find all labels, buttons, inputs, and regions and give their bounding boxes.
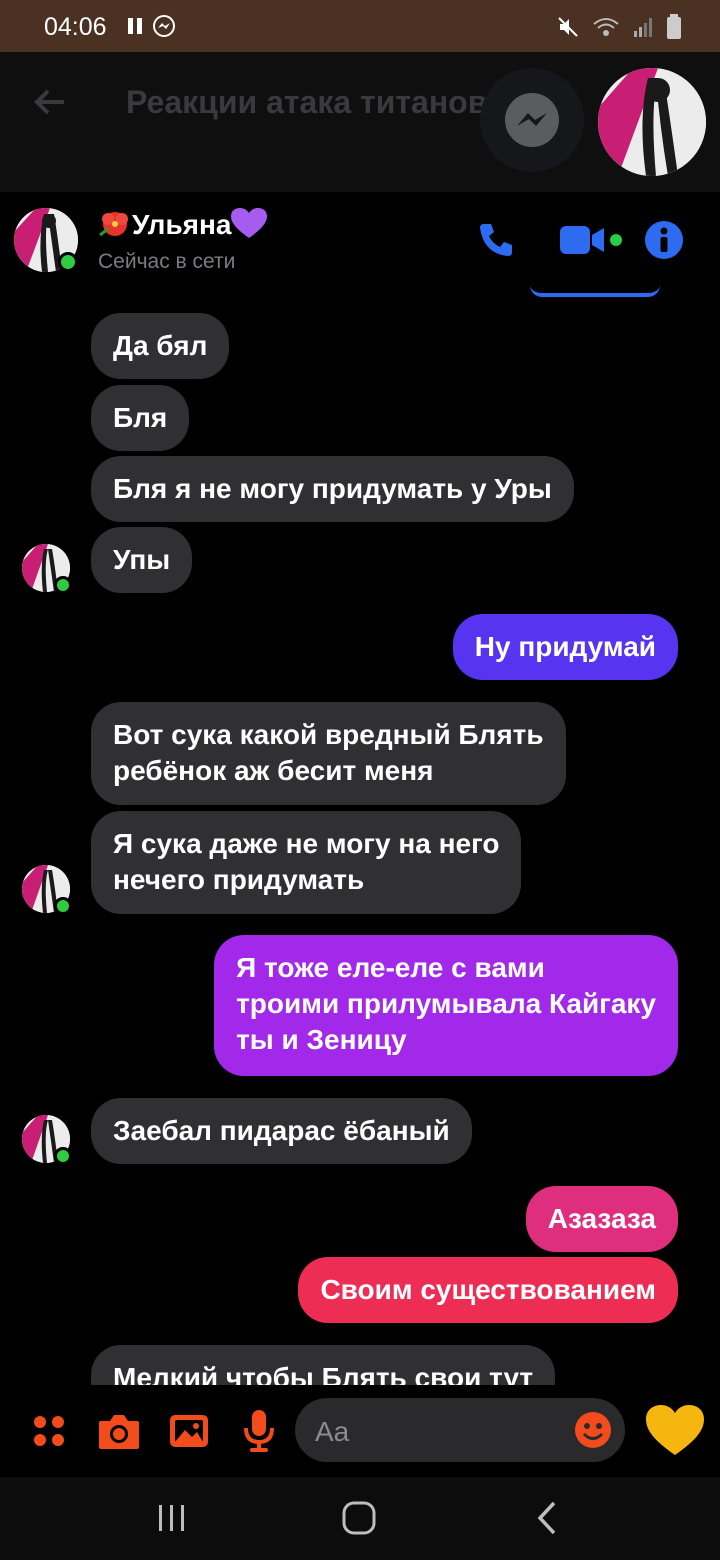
- message-bubble[interactable]: Да бял: [91, 313, 230, 379]
- message-input[interactable]: Aa: [295, 1398, 625, 1462]
- camera-icon[interactable]: [97, 1411, 141, 1451]
- message-bubble[interactable]: Бля: [91, 385, 190, 451]
- wifi-icon: [593, 18, 619, 36]
- message-input-placeholder: Aa: [315, 1416, 350, 1447]
- messenger-notification-icon: [153, 15, 175, 37]
- message-bubble-outgoing[interactable]: Я тоже еле-еле с вами троими прилумывала…: [214, 935, 678, 1076]
- message-bubble[interactable]: Упы: [91, 527, 193, 593]
- online-indicator: [54, 1147, 72, 1165]
- video-icon[interactable]: [558, 222, 624, 258]
- message-bubble-outgoing[interactable]: Азазаза: [525, 1186, 678, 1252]
- message-bubble[interactable]: Я сука даже не могу на него нечего приду…: [91, 811, 522, 914]
- chat-head-avatar[interactable]: [598, 68, 706, 176]
- purple-heart-icon: [231, 208, 268, 238]
- system-navigation-bar: [0, 1477, 720, 1560]
- message-bubble[interactable]: Вот сука какой вредный Блять ребёнок аж …: [91, 702, 566, 805]
- info-icon[interactable]: [644, 220, 684, 260]
- hibiscus-icon: [99, 212, 128, 237]
- online-indicator: [54, 897, 72, 915]
- gallery-icon[interactable]: [168, 1411, 210, 1451]
- phone-icon[interactable]: [476, 220, 516, 260]
- microphone-icon[interactable]: [242, 1408, 276, 1452]
- online-indicator: [58, 252, 78, 272]
- home-icon[interactable]: [340, 1499, 378, 1537]
- pause-icon: [128, 18, 142, 34]
- contact-status: Сейчас в сети: [98, 250, 236, 273]
- mute-icon: [558, 17, 578, 37]
- signal-icon: [634, 18, 652, 37]
- messenger-icon: [505, 93, 559, 147]
- status-time: 04:06: [44, 13, 107, 41]
- battery-icon: [667, 14, 681, 39]
- message-bubble-outgoing[interactable]: Своим существованием: [298, 1257, 678, 1323]
- emoji-icon[interactable]: [573, 1410, 613, 1450]
- contact-name[interactable]: Ульяна: [98, 208, 268, 241]
- status-bar: 04:06: [0, 0, 720, 52]
- background-title: Реакции атака титанов: [126, 84, 488, 120]
- scroll-indicator: [530, 285, 660, 297]
- messenger-chat-bubble[interactable]: [480, 68, 584, 172]
- message-bubble[interactable]: Бля я не могу придумать у Уры: [91, 456, 574, 522]
- menu-dots-icon[interactable]: [30, 1412, 68, 1450]
- heart-icon[interactable]: [646, 1405, 704, 1457]
- back-icon[interactable]: [532, 1499, 562, 1537]
- contact-name-text: Ульяна: [132, 209, 232, 240]
- message-bubble-outgoing[interactable]: Ну придумай: [452, 614, 678, 680]
- message-bubble[interactable]: Заебал пидарас ёбаный: [91, 1098, 472, 1164]
- back-arrow-icon[interactable]: [30, 82, 70, 122]
- avatar-image: [598, 68, 706, 176]
- recent-apps-icon[interactable]: [155, 1501, 189, 1535]
- online-indicator: [54, 576, 72, 594]
